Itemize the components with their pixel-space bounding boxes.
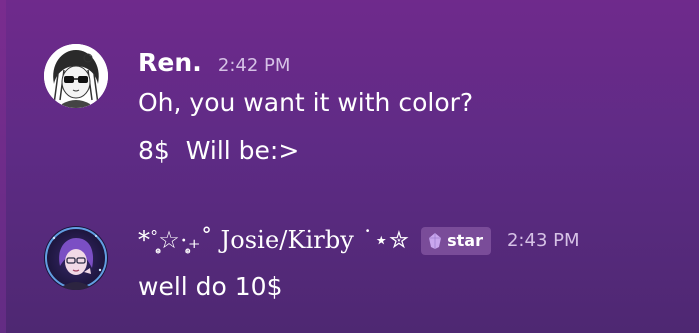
role-badge-label: star <box>447 231 483 250</box>
role-badge[interactable]: star <box>421 226 491 255</box>
username[interactable]: Ren. <box>138 48 202 77</box>
message-text: well do 10$ <box>138 272 283 301</box>
chat-message: Ren. 2:42 PM Oh, you want it with color?… <box>0 28 699 178</box>
message-header: *˚͙̥☆·͙̥₊˚ Josie/Kirby ˙⋆✮ star 2:43 PM <box>138 226 580 255</box>
username[interactable]: *˚͙̥☆·͙̥₊˚ Josie/Kirby ˙⋆✮ <box>138 226 409 255</box>
chat-message: *˚͙̥☆·͙̥₊˚ Josie/Kirby ˙⋆✮ star 2:43 PM … <box>0 212 699 322</box>
avatar[interactable] <box>44 226 108 290</box>
avatar[interactable] <box>44 44 108 108</box>
timestamp[interactable]: 2:42 PM <box>218 55 291 76</box>
message-header: Ren. 2:42 PM <box>138 48 290 77</box>
message-text: 8$ Will be:> <box>138 136 300 165</box>
timestamp[interactable]: 2:43 PM <box>507 230 580 251</box>
crystal-icon <box>429 232 442 249</box>
message-text: Oh, you want it with color? <box>138 88 474 117</box>
